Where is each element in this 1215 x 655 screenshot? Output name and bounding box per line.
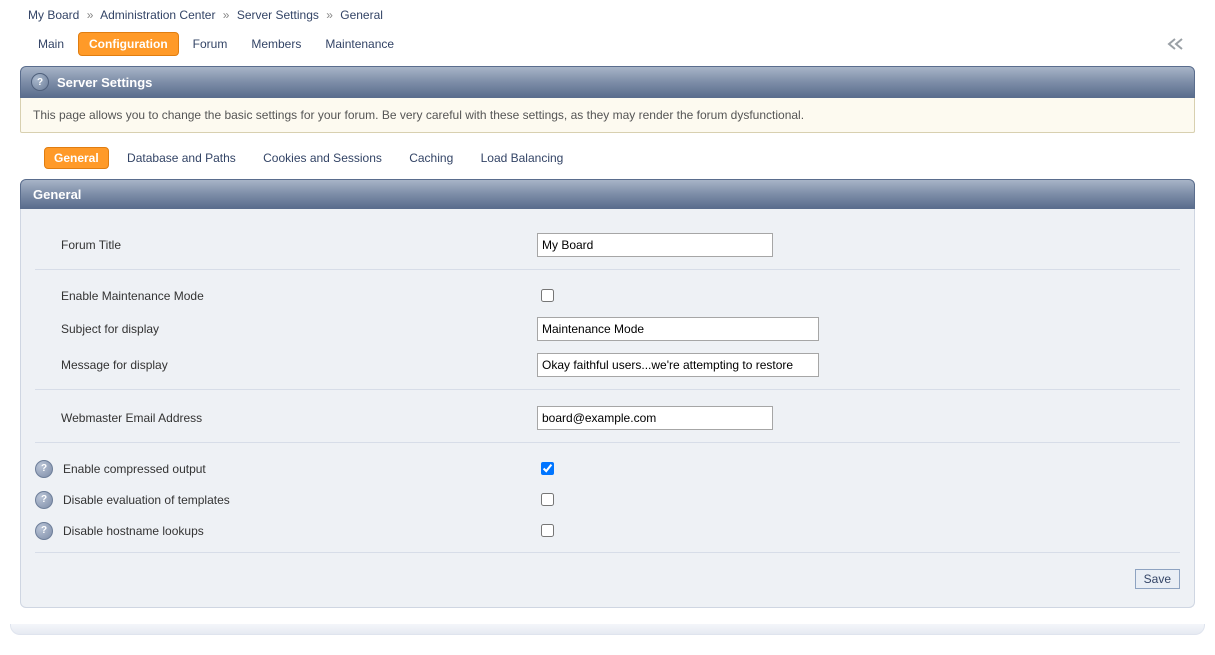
maintenance-enable-label: Enable Maintenance Mode: [61, 289, 204, 303]
footer-edge: [10, 624, 1205, 635]
breadcrumb-link[interactable]: Administration Center: [100, 8, 215, 22]
button-row: Save: [21, 563, 1194, 593]
disable-eval-checkbox[interactable]: [541, 493, 554, 506]
settings-panel: Forum Title Enable Maintenance Mode Subj…: [20, 209, 1195, 608]
row-maintenance-subject: Subject for display: [21, 311, 1194, 347]
help-icon[interactable]: ?: [35, 460, 53, 478]
breadcrumb-link[interactable]: My Board: [28, 8, 79, 22]
forum-title-input[interactable]: [537, 233, 773, 257]
webmaster-email-input[interactable]: [537, 406, 773, 430]
subtab-database[interactable]: Database and Paths: [118, 148, 245, 168]
help-icon[interactable]: ?: [31, 73, 49, 91]
divider: [35, 552, 1180, 553]
breadcrumb-sep: »: [83, 8, 98, 22]
disable-hostname-label: Disable hostname lookups: [63, 524, 204, 538]
maintenance-enable-checkbox[interactable]: [541, 289, 554, 302]
maintenance-message-label: Message for display: [61, 358, 168, 372]
disable-hostname-checkbox[interactable]: [541, 524, 554, 537]
breadcrumb-sep: »: [219, 8, 234, 22]
page-titlebar: ? Server Settings: [20, 66, 1195, 98]
breadcrumb: My Board » Administration Center » Serve…: [0, 0, 1215, 28]
maintenance-subject-input[interactable]: [537, 317, 819, 341]
compressed-output-label: Enable compressed output: [63, 462, 206, 476]
tab-main[interactable]: Main: [28, 33, 74, 55]
breadcrumb-link[interactable]: General: [340, 8, 383, 22]
divider: [35, 389, 1180, 390]
breadcrumb-link[interactable]: Server Settings: [237, 8, 319, 22]
webmaster-email-label: Webmaster Email Address: [61, 411, 202, 425]
settings-subtabs: General Database and Paths Cookies and S…: [20, 147, 1195, 169]
admin-tabs: Main Configuration Forum Members Mainten…: [0, 28, 1215, 66]
row-forum-title: Forum Title: [21, 227, 1194, 263]
subtab-caching[interactable]: Caching: [400, 148, 462, 168]
tab-members[interactable]: Members: [241, 33, 311, 55]
row-maintenance-enable: Enable Maintenance Mode: [21, 280, 1194, 311]
divider: [35, 269, 1180, 270]
save-button[interactable]: Save: [1135, 569, 1180, 589]
tab-maintenance[interactable]: Maintenance: [315, 33, 404, 55]
forum-title-label: Forum Title: [61, 238, 121, 252]
breadcrumb-sep: »: [322, 8, 337, 22]
disable-eval-label: Disable evaluation of templates: [63, 493, 230, 507]
tab-configuration[interactable]: Configuration: [78, 32, 179, 56]
row-webmaster-email: Webmaster Email Address: [21, 400, 1194, 436]
subtab-cookies[interactable]: Cookies and Sessions: [254, 148, 391, 168]
maintenance-message-input[interactable]: [537, 353, 819, 377]
row-compressed-output: ? Enable compressed output: [21, 453, 1194, 484]
collapse-sidebar-icon[interactable]: [1167, 37, 1185, 51]
help-icon[interactable]: ?: [35, 522, 53, 540]
maintenance-subject-label: Subject for display: [61, 322, 159, 336]
row-maintenance-message: Message for display: [21, 347, 1194, 383]
subtab-loadbalancing[interactable]: Load Balancing: [472, 148, 573, 168]
row-disable-hostname: ? Disable hostname lookups: [21, 515, 1194, 546]
tab-forum[interactable]: Forum: [183, 33, 238, 55]
info-note: This page allows you to change the basic…: [20, 98, 1195, 133]
divider: [35, 442, 1180, 443]
section-title: General: [20, 179, 1195, 209]
compressed-output-checkbox[interactable]: [541, 462, 554, 475]
page-title: Server Settings: [57, 75, 152, 90]
row-disable-eval: ? Disable evaluation of templates: [21, 484, 1194, 515]
subtab-general[interactable]: General: [44, 147, 109, 169]
help-icon[interactable]: ?: [35, 491, 53, 509]
